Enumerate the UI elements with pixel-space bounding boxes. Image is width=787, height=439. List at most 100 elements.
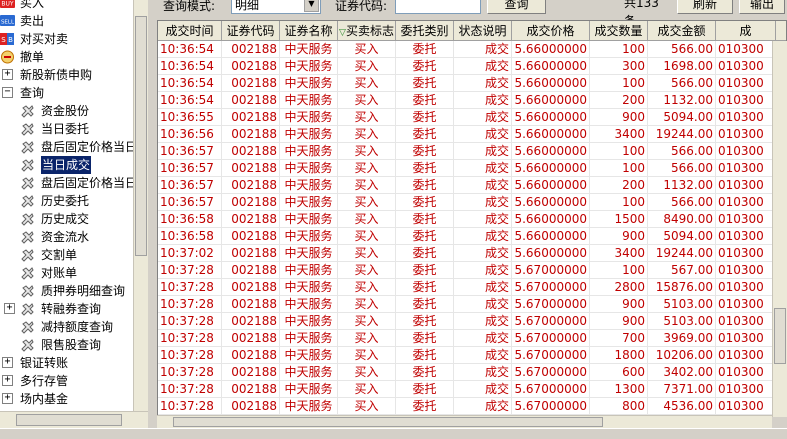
expand-icon[interactable]: + bbox=[2, 69, 13, 80]
query-button[interactable]: 查询 bbox=[487, 0, 546, 14]
table-row[interactable]: 10:37:02 002188 中天服务 买入 委托 成交 5.66000000 3400 19… bbox=[158, 245, 774, 262]
table-row[interactable]: 10:37:28 002188 中天服务 买入 委托 成交 5.67000000 900 510… bbox=[158, 296, 774, 313]
table-cell: 买入 bbox=[338, 211, 396, 228]
table-cell: 成交 bbox=[454, 177, 512, 194]
tree-item[interactable]: 历史委托 bbox=[0, 192, 133, 210]
column-header[interactable]: 委托类别 bbox=[396, 21, 454, 41]
table-header: 成交时间 证券代码 证券名称 ▽买卖标志 委托类别 状态说明 成交价格 成交数量 成交金额成 bbox=[158, 21, 786, 41]
tree-horizontal-scrollbar[interactable] bbox=[0, 411, 148, 428]
column-header[interactable]: ▽买卖标志 bbox=[338, 21, 396, 41]
tree-item-label: 对买对卖 bbox=[20, 32, 69, 46]
column-header[interactable]: 成交价格 bbox=[512, 21, 590, 41]
tree-item[interactable]: + 转融券查询 bbox=[0, 300, 133, 318]
table-cell: 中天服务 bbox=[280, 381, 338, 398]
tree-item-label: 对账单 bbox=[41, 266, 78, 280]
table-cell: 委托 bbox=[396, 143, 454, 160]
tree-item[interactable]: 对账单 bbox=[0, 264, 133, 282]
export-button[interactable]: 输出 bbox=[739, 0, 785, 14]
column-header[interactable]: 成交时间 bbox=[158, 21, 222, 41]
tree-item[interactable]: 质押券明细查询 bbox=[0, 282, 133, 300]
column-header[interactable]: 成交数量 bbox=[590, 21, 648, 41]
table-cell: 300 bbox=[590, 58, 648, 75]
table-cell: 5103.00 bbox=[648, 296, 716, 313]
table-row[interactable]: 10:36:57 002188 中天服务 买入 委托 成交 5.66000000 100 566… bbox=[158, 160, 774, 177]
refresh-button[interactable]: 刷新 bbox=[677, 0, 733, 14]
collapse-icon[interactable]: − bbox=[2, 87, 13, 98]
tree-item[interactable]: 历史成交 bbox=[0, 210, 133, 228]
table-cell: 002188 bbox=[222, 58, 280, 75]
tree-vertical-scrollbar[interactable] bbox=[133, 0, 148, 411]
scroll-thumb[interactable] bbox=[16, 414, 122, 426]
tree-item[interactable]: + 新股新债申购 bbox=[0, 66, 133, 84]
table-row[interactable]: 10:36:58 002188 中天服务 买入 委托 成交 5.66000000 1500 84… bbox=[158, 211, 774, 228]
table-row[interactable]: 10:36:54 002188 中天服务 买入 委托 成交 5.66000000 100 566… bbox=[158, 41, 774, 58]
tree-item[interactable]: SELL 卖出 bbox=[0, 12, 133, 30]
table-cell: 010300 bbox=[716, 228, 774, 245]
tree-item[interactable]: + 场内基金 bbox=[0, 390, 133, 408]
table-row[interactable]: 10:36:58 002188 中天服务 买入 委托 成交 5.66000000 900 509… bbox=[158, 228, 774, 245]
expand-icon[interactable]: + bbox=[2, 357, 13, 368]
table-row[interactable]: 10:37:28 002188 中天服务 买入 委托 成交 5.67000000 800 453… bbox=[158, 398, 774, 415]
tree-item[interactable]: 当日委托 bbox=[0, 120, 133, 138]
table-row[interactable]: 10:36:54 002188 中天服务 买入 委托 成交 5.66000000 100 566… bbox=[158, 75, 774, 92]
scroll-thumb[interactable] bbox=[774, 308, 786, 364]
table-cell: 委托 bbox=[396, 177, 454, 194]
table-row[interactable]: 10:37:28 002188 中天服务 买入 委托 成交 5.67000000 1800 10… bbox=[158, 347, 774, 364]
tree-item[interactable]: 盘后固定价格当日 bbox=[0, 138, 137, 156]
table-cell: 002188 bbox=[222, 245, 280, 262]
table-cell: 10:37:28 bbox=[158, 398, 222, 415]
table-vertical-scrollbar[interactable] bbox=[772, 41, 787, 417]
table-row[interactable]: 10:36:54 002188 中天服务 买入 委托 成交 5.66000000 300 169… bbox=[158, 58, 774, 75]
tree-item[interactable]: 限售股查询 bbox=[0, 336, 133, 354]
table-row[interactable]: 10:36:57 002188 中天服务 买入 委托 成交 5.66000000 100 566… bbox=[158, 194, 774, 211]
table-horizontal-scrollbar[interactable] bbox=[157, 415, 772, 428]
table-row[interactable]: 10:36:55 002188 中天服务 买入 委托 成交 5.66000000 900 509… bbox=[158, 109, 774, 126]
security-code-input[interactable] bbox=[395, 0, 481, 14]
query-mode-select[interactable]: 明细 ▼ bbox=[231, 0, 321, 14]
column-header[interactable]: 状态说明 bbox=[454, 21, 512, 41]
tree-item[interactable]: + 多行存管 bbox=[0, 372, 133, 390]
column-header[interactable]: 成交金额 bbox=[648, 21, 716, 41]
tree-item[interactable]: 当日成交 bbox=[0, 155, 133, 175]
tree-item[interactable]: 撤单 bbox=[0, 48, 133, 66]
table-row[interactable]: 10:37:28 002188 中天服务 买入 委托 成交 5.67000000 900 510… bbox=[158, 313, 774, 330]
column-header[interactable]: 成 bbox=[716, 21, 776, 41]
table-cell: 5.67000000 bbox=[512, 313, 590, 330]
table-row[interactable]: 10:36:54 002188 中天服务 买入 委托 成交 5.66000000 200 113… bbox=[158, 92, 774, 109]
table-cell: 002188 bbox=[222, 160, 280, 177]
table-cell: 委托 bbox=[396, 381, 454, 398]
table-row[interactable]: 10:37:28 002188 中天服务 买入 委托 成交 5.67000000 2800 15… bbox=[158, 279, 774, 296]
tree-item[interactable]: + 银证转账 bbox=[0, 354, 133, 372]
expand-icon[interactable]: + bbox=[4, 303, 15, 314]
expand-icon[interactable]: + bbox=[2, 375, 13, 386]
tree-item[interactable]: 资金股份 bbox=[0, 102, 133, 120]
table-cell: 002188 bbox=[222, 313, 280, 330]
tree-item[interactable]: 盘后固定价格当日 bbox=[0, 174, 137, 192]
expand-icon[interactable]: + bbox=[2, 393, 13, 404]
table-row[interactable]: 10:36:57 002188 中天服务 买入 委托 成交 5.66000000 100 566… bbox=[158, 143, 774, 160]
table-row[interactable]: 10:37:28 002188 中天服务 买入 委托 成交 5.67000000 700 396… bbox=[158, 330, 774, 347]
table-cell: 5.67000000 bbox=[512, 279, 590, 296]
table-cell: 中天服务 bbox=[280, 330, 338, 347]
tree-item[interactable]: 交割单 bbox=[0, 246, 133, 264]
table-row[interactable]: 10:37:28 002188 中天服务 买入 委托 成交 5.67000000 600 340… bbox=[158, 364, 774, 381]
query-mode-label: 查询模式: bbox=[163, 0, 216, 13]
table-row[interactable]: 10:36:57 002188 中天服务 买入 委托 成交 5.66000000 200 113… bbox=[158, 177, 774, 194]
table-row[interactable]: 10:37:28 002188 中天服务 买入 委托 成交 5.67000000 1300 73… bbox=[158, 381, 774, 398]
status-bar bbox=[0, 428, 787, 439]
table-cell: 10:37:28 bbox=[158, 330, 222, 347]
tree-item[interactable]: 资金流水 bbox=[0, 228, 133, 246]
column-header[interactable]: 证券代码 bbox=[222, 21, 280, 41]
chevron-down-icon[interactable]: ▼ bbox=[304, 0, 319, 12]
tree-item[interactable]: BUY 买入 bbox=[0, 0, 133, 12]
column-header[interactable]: 证券名称 bbox=[280, 21, 338, 41]
tree-item[interactable]: S B 对买对卖 bbox=[0, 30, 133, 48]
scroll-thumb[interactable] bbox=[173, 417, 603, 427]
table-cell: 委托 bbox=[396, 364, 454, 381]
table-row[interactable]: 10:36:56 002188 中天服务 买入 委托 成交 5.66000000 3400 19… bbox=[158, 126, 774, 143]
tree-item[interactable]: 减持额度查询 bbox=[0, 318, 133, 336]
tree-item[interactable]: − 查询 bbox=[0, 84, 133, 102]
table-row[interactable]: 10:37:28 002188 中天服务 买入 委托 成交 5.67000000 100 567… bbox=[158, 262, 774, 279]
table-cell: 5094.00 bbox=[648, 228, 716, 245]
scroll-thumb[interactable] bbox=[135, 16, 147, 256]
